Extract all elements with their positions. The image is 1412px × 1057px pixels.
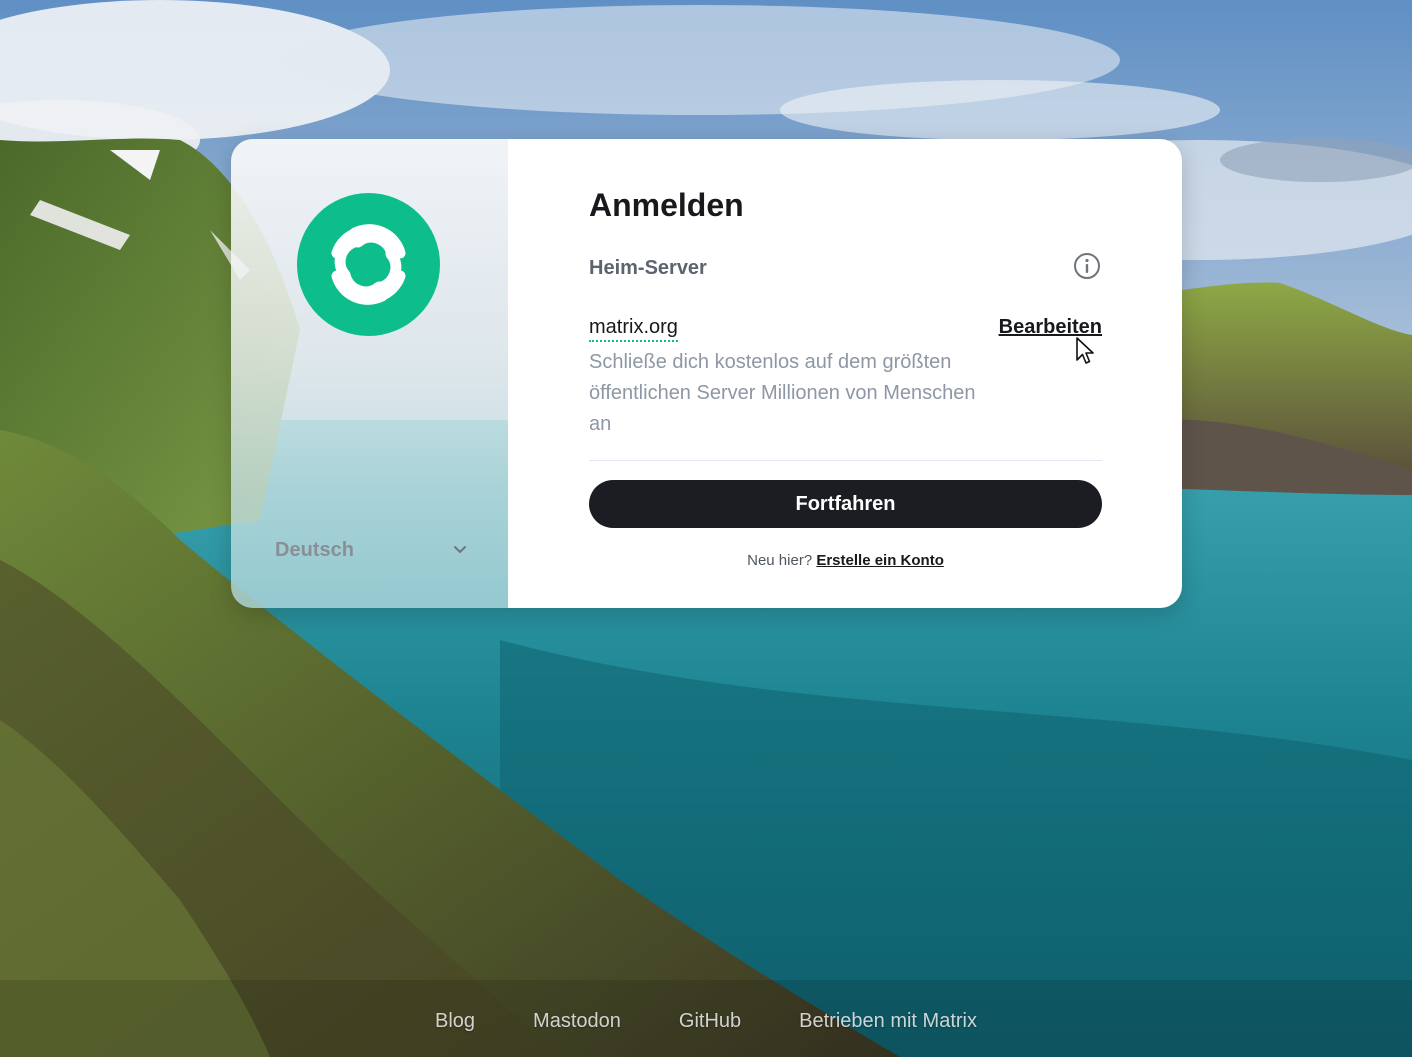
chevron-down-icon [454,546,466,554]
footer-link-powered-by-matrix[interactable]: Betrieben mit Matrix [799,1004,977,1038]
footer-link-mastodon[interactable]: Mastodon [533,1004,621,1038]
login-screen: Deutsch Anmelden Heim-Server matrix.org … [0,0,1412,1057]
element-logo-icon [297,193,440,336]
continue-button[interactable]: Fortfahren [589,480,1102,528]
page-title: Anmelden [589,187,744,223]
divider [589,460,1102,461]
language-selected-label: Deutsch [275,538,354,561]
homeserver-name: matrix.org [589,315,678,342]
login-form-panel: Anmelden Heim-Server matrix.org Bearbeit… [508,139,1182,608]
footer-link-blog[interactable]: Blog [435,1004,475,1038]
create-account-link[interactable]: Erstelle ein Konto [816,552,944,569]
homeserver-label: Heim-Server [589,257,707,279]
info-icon[interactable] [1073,252,1101,280]
footer-links: Blog Mastodon GitHub Betrieben mit Matri… [0,1004,1412,1038]
signup-prompt: Neu hier? [747,552,813,569]
homeserver-description: Schließe dich kostenlos auf dem größten … [589,351,976,435]
auth-card: Deutsch Anmelden Heim-Server matrix.org … [231,139,1182,608]
footer-link-github[interactable]: GitHub [679,1004,741,1038]
edit-homeserver-link[interactable]: Bearbeiten [999,315,1102,339]
signup-row: Neu hier? Erstelle ein Konto [589,552,1102,569]
auth-card-side-panel: Deutsch [231,139,508,608]
language-dropdown[interactable]: Deutsch [275,533,467,567]
